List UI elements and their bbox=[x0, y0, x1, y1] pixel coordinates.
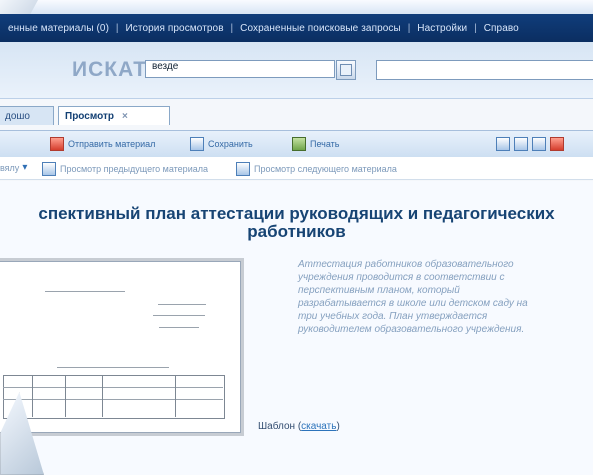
thumb-col-line bbox=[102, 375, 103, 417]
thumb-line bbox=[153, 315, 205, 316]
thumb-line bbox=[158, 304, 206, 305]
save-icon bbox=[190, 137, 204, 151]
tab-dashboard-label: дошо bbox=[5, 110, 30, 122]
next-material-label: Просмотр следующего материала bbox=[254, 164, 397, 174]
nav-item-saved-searches[interactable]: Сохраненные поисковые запросы bbox=[240, 23, 401, 34]
subbar-dropdown[interactable]: вялу ▾ bbox=[0, 162, 27, 173]
next-material-button[interactable]: Просмотр следующего материала bbox=[236, 162, 397, 176]
top-strip bbox=[0, 0, 593, 15]
thumb-line bbox=[3, 399, 223, 400]
search-band: ИСКАТЬ везде bbox=[0, 42, 593, 99]
search-scope-value: везде bbox=[152, 61, 179, 72]
nav-item-help[interactable]: Справо bbox=[484, 23, 519, 34]
thumb-line bbox=[3, 387, 223, 388]
search-text-field[interactable] bbox=[376, 60, 593, 80]
document-description: Аттестация работников образовательного у… bbox=[298, 259, 528, 335]
nav-item-saved-materials[interactable]: енные материалы (0) bbox=[8, 23, 109, 34]
window-icon[interactable] bbox=[496, 137, 510, 151]
top-nav: енные материалы (0) | История просмотров… bbox=[0, 23, 519, 34]
nav-item-history[interactable]: История просмотров bbox=[126, 23, 224, 34]
document-thumbnail bbox=[0, 258, 244, 436]
thumb-line bbox=[45, 291, 125, 292]
thumb-table bbox=[3, 375, 225, 419]
thumb-col-line bbox=[175, 375, 176, 417]
download-link[interactable]: скачать bbox=[301, 421, 336, 432]
previous-material-button[interactable]: Просмотр предыдущего материала bbox=[42, 162, 208, 176]
thumb-col-line bbox=[32, 375, 33, 417]
close-icon[interactable] bbox=[550, 137, 564, 151]
send-material-label: Отправить материал bbox=[68, 139, 156, 149]
thumb-col-line bbox=[65, 375, 66, 417]
window-icon[interactable] bbox=[532, 137, 546, 151]
tabs-row: дошо Просмотр × bbox=[0, 106, 593, 126]
window-controls bbox=[496, 137, 568, 151]
nav-separator: | bbox=[115, 22, 119, 34]
save-button[interactable]: Сохранить bbox=[190, 137, 253, 151]
page-title: спективный план аттестации руководящих и… bbox=[38, 204, 555, 241]
thumb-line bbox=[57, 367, 169, 368]
print-button[interactable]: Печать bbox=[292, 137, 339, 151]
close-icon[interactable]: × bbox=[122, 111, 128, 122]
previous-material-label: Просмотр предыдущего материала bbox=[60, 164, 208, 174]
tab-view[interactable]: Просмотр × bbox=[58, 106, 170, 125]
document-toolbar: Отправить материал Сохранить Печать bbox=[0, 130, 593, 158]
print-label: Печать bbox=[310, 139, 340, 149]
thumb-line bbox=[159, 327, 199, 328]
document-content: спективный план аттестации руководящих и… bbox=[0, 181, 593, 475]
print-icon bbox=[292, 137, 306, 151]
tab-dashboard[interactable]: дошо bbox=[0, 106, 54, 125]
search-scope-input[interactable]: везде bbox=[145, 60, 335, 78]
nav-item-settings[interactable]: Настройки bbox=[417, 23, 467, 34]
nav-separator: | bbox=[407, 22, 411, 34]
send-material-button[interactable]: Отправить материал bbox=[50, 137, 155, 151]
search-button[interactable] bbox=[336, 60, 356, 80]
template-download-row: Шаблон (скачать) bbox=[258, 421, 340, 432]
template-label: Шаблон ( bbox=[258, 421, 302, 432]
send-icon bbox=[50, 137, 64, 151]
template-end: ) bbox=[336, 421, 340, 432]
save-label: Сохранить bbox=[208, 139, 253, 149]
nav-separator: | bbox=[230, 22, 234, 34]
subbar-dropdown-value: вялу bbox=[0, 162, 20, 173]
next-icon bbox=[236, 162, 250, 176]
previous-icon bbox=[42, 162, 56, 176]
tab-view-label: Просмотр bbox=[65, 110, 114, 122]
nav-separator: | bbox=[474, 22, 477, 34]
chevron-down-icon: ▾ bbox=[22, 162, 28, 173]
window-icon[interactable] bbox=[514, 137, 528, 151]
navigation-subbar: вялу ▾ Просмотр предыдущего материала Пр… bbox=[0, 157, 593, 180]
top-navigation-bar: енные материалы (0) | История просмотров… bbox=[0, 14, 593, 42]
search-icon bbox=[340, 64, 352, 76]
